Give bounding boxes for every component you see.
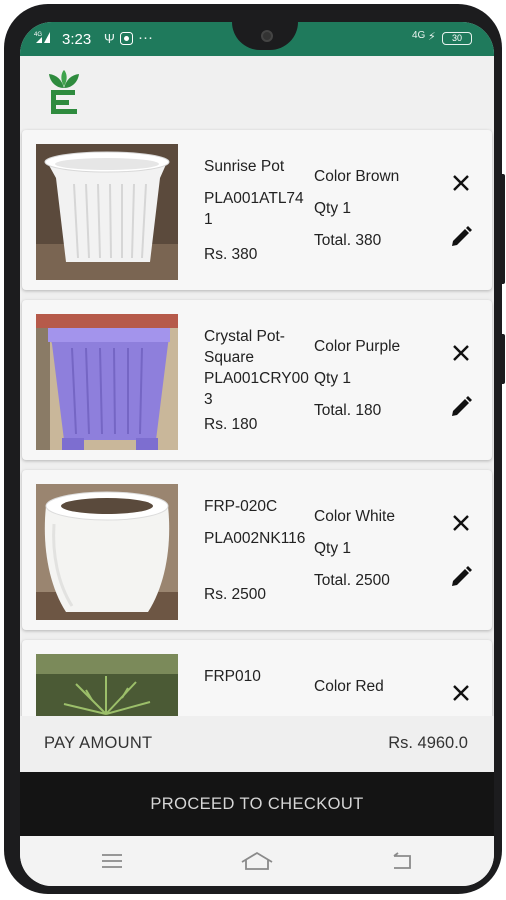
power-button — [500, 334, 505, 384]
product-qty: Qty 1 — [314, 540, 352, 557]
pencil-icon — [452, 226, 472, 246]
product-color: Color Brown — [314, 168, 400, 185]
close-icon — [453, 685, 469, 701]
product-price: Rs. 180 — [204, 416, 258, 433]
phone-frame: 4G 3:23 Ψ ··· 4G ⚡ 30 Sunrise Pot PLA001… — [4, 4, 505, 894]
product-code: PLA001CRY003 — [204, 370, 309, 408]
signal-icon: 4G — [34, 29, 54, 48]
app-icon — [120, 32, 133, 48]
product-qty: Qty 1 — [314, 200, 352, 217]
cart-list[interactable]: Sunrise Pot PLA001ATL741 Rs. 380 Color B… — [20, 124, 494, 716]
product-qty: Qty 1 — [314, 370, 352, 387]
cart-item: FRP010 Color Red — [22, 640, 492, 716]
product-image[interactable] — [36, 314, 178, 450]
edit-item-button[interactable] — [450, 226, 472, 248]
product-total: Total. 380 — [314, 232, 382, 249]
screen: 4G 3:23 Ψ ··· 4G ⚡ 30 Sunrise Pot PLA001… — [20, 22, 494, 886]
more-notifications: ··· — [138, 29, 153, 46]
pay-amount-label: PAY AMOUNT — [44, 734, 153, 752]
pencil-icon — [452, 396, 472, 416]
remove-item-button[interactable] — [450, 342, 472, 364]
cart-item: Sunrise Pot PLA001ATL741 Rs. 380 Color B… — [22, 130, 492, 290]
battery-level: 30 — [451, 33, 462, 43]
pay-amount-row: PAY AMOUNT Rs. 4960.0 — [20, 716, 494, 772]
home-icon[interactable] — [240, 850, 274, 872]
edit-item-button[interactable] — [450, 566, 472, 588]
product-code: PLA001ATL741 — [204, 190, 304, 228]
pay-amount-value: Rs. 4960.0 — [388, 734, 468, 752]
status-bar: 4G 3:23 Ψ ··· 4G ⚡ 30 — [20, 22, 494, 56]
product-name: FRP-020C — [204, 498, 278, 515]
product-name: FRP010 — [204, 668, 261, 685]
remove-item-button[interactable] — [450, 682, 472, 704]
product-price: Rs. 380 — [204, 246, 258, 263]
charging-icon: ⚡ — [428, 31, 436, 43]
close-icon — [453, 515, 469, 531]
camera — [261, 30, 273, 42]
camera-notch — [232, 22, 298, 50]
product-total: Total. 180 — [314, 402, 382, 419]
pencil-icon — [452, 566, 472, 586]
product-name: Crystal Pot-Square — [204, 328, 285, 366]
cart-item: Crystal Pot-Square PLA001CRY003 Rs. 180 … — [22, 300, 492, 460]
cart-item: FRP-020C PLA002NK116 Rs. 2500 Color Whit… — [22, 470, 492, 630]
product-image[interactable] — [36, 144, 178, 280]
network-label: 4G — [412, 30, 426, 41]
system-nav-bar — [20, 836, 494, 886]
menu-icon[interactable] — [100, 850, 124, 872]
product-price: Rs. 2500 — [204, 586, 267, 603]
close-icon — [453, 175, 469, 191]
edit-item-button[interactable] — [450, 396, 472, 418]
product-name: Sunrise Pot — [204, 158, 285, 175]
product-image[interactable] — [36, 654, 178, 716]
product-total: Total. 2500 — [314, 572, 390, 589]
remove-item-button[interactable] — [450, 172, 472, 194]
product-color: Color Purple — [314, 338, 401, 355]
status-time: 3:23 — [62, 31, 92, 48]
close-icon — [453, 345, 469, 361]
product-color: Color White — [314, 508, 395, 525]
product-color: Color Red — [314, 678, 384, 695]
usb-icon: Ψ — [104, 31, 115, 46]
volume-button — [500, 174, 505, 284]
product-code: PLA002NK116 — [204, 530, 306, 547]
remove-item-button[interactable] — [450, 512, 472, 534]
back-icon[interactable] — [390, 850, 414, 872]
svg-text:4G: 4G — [34, 32, 42, 38]
proceed-to-checkout-button[interactable]: PROCEED TO CHECKOUT — [20, 772, 494, 836]
product-image[interactable] — [36, 484, 178, 620]
battery-icon: 30 — [442, 32, 472, 45]
app-logo[interactable] — [46, 70, 82, 116]
